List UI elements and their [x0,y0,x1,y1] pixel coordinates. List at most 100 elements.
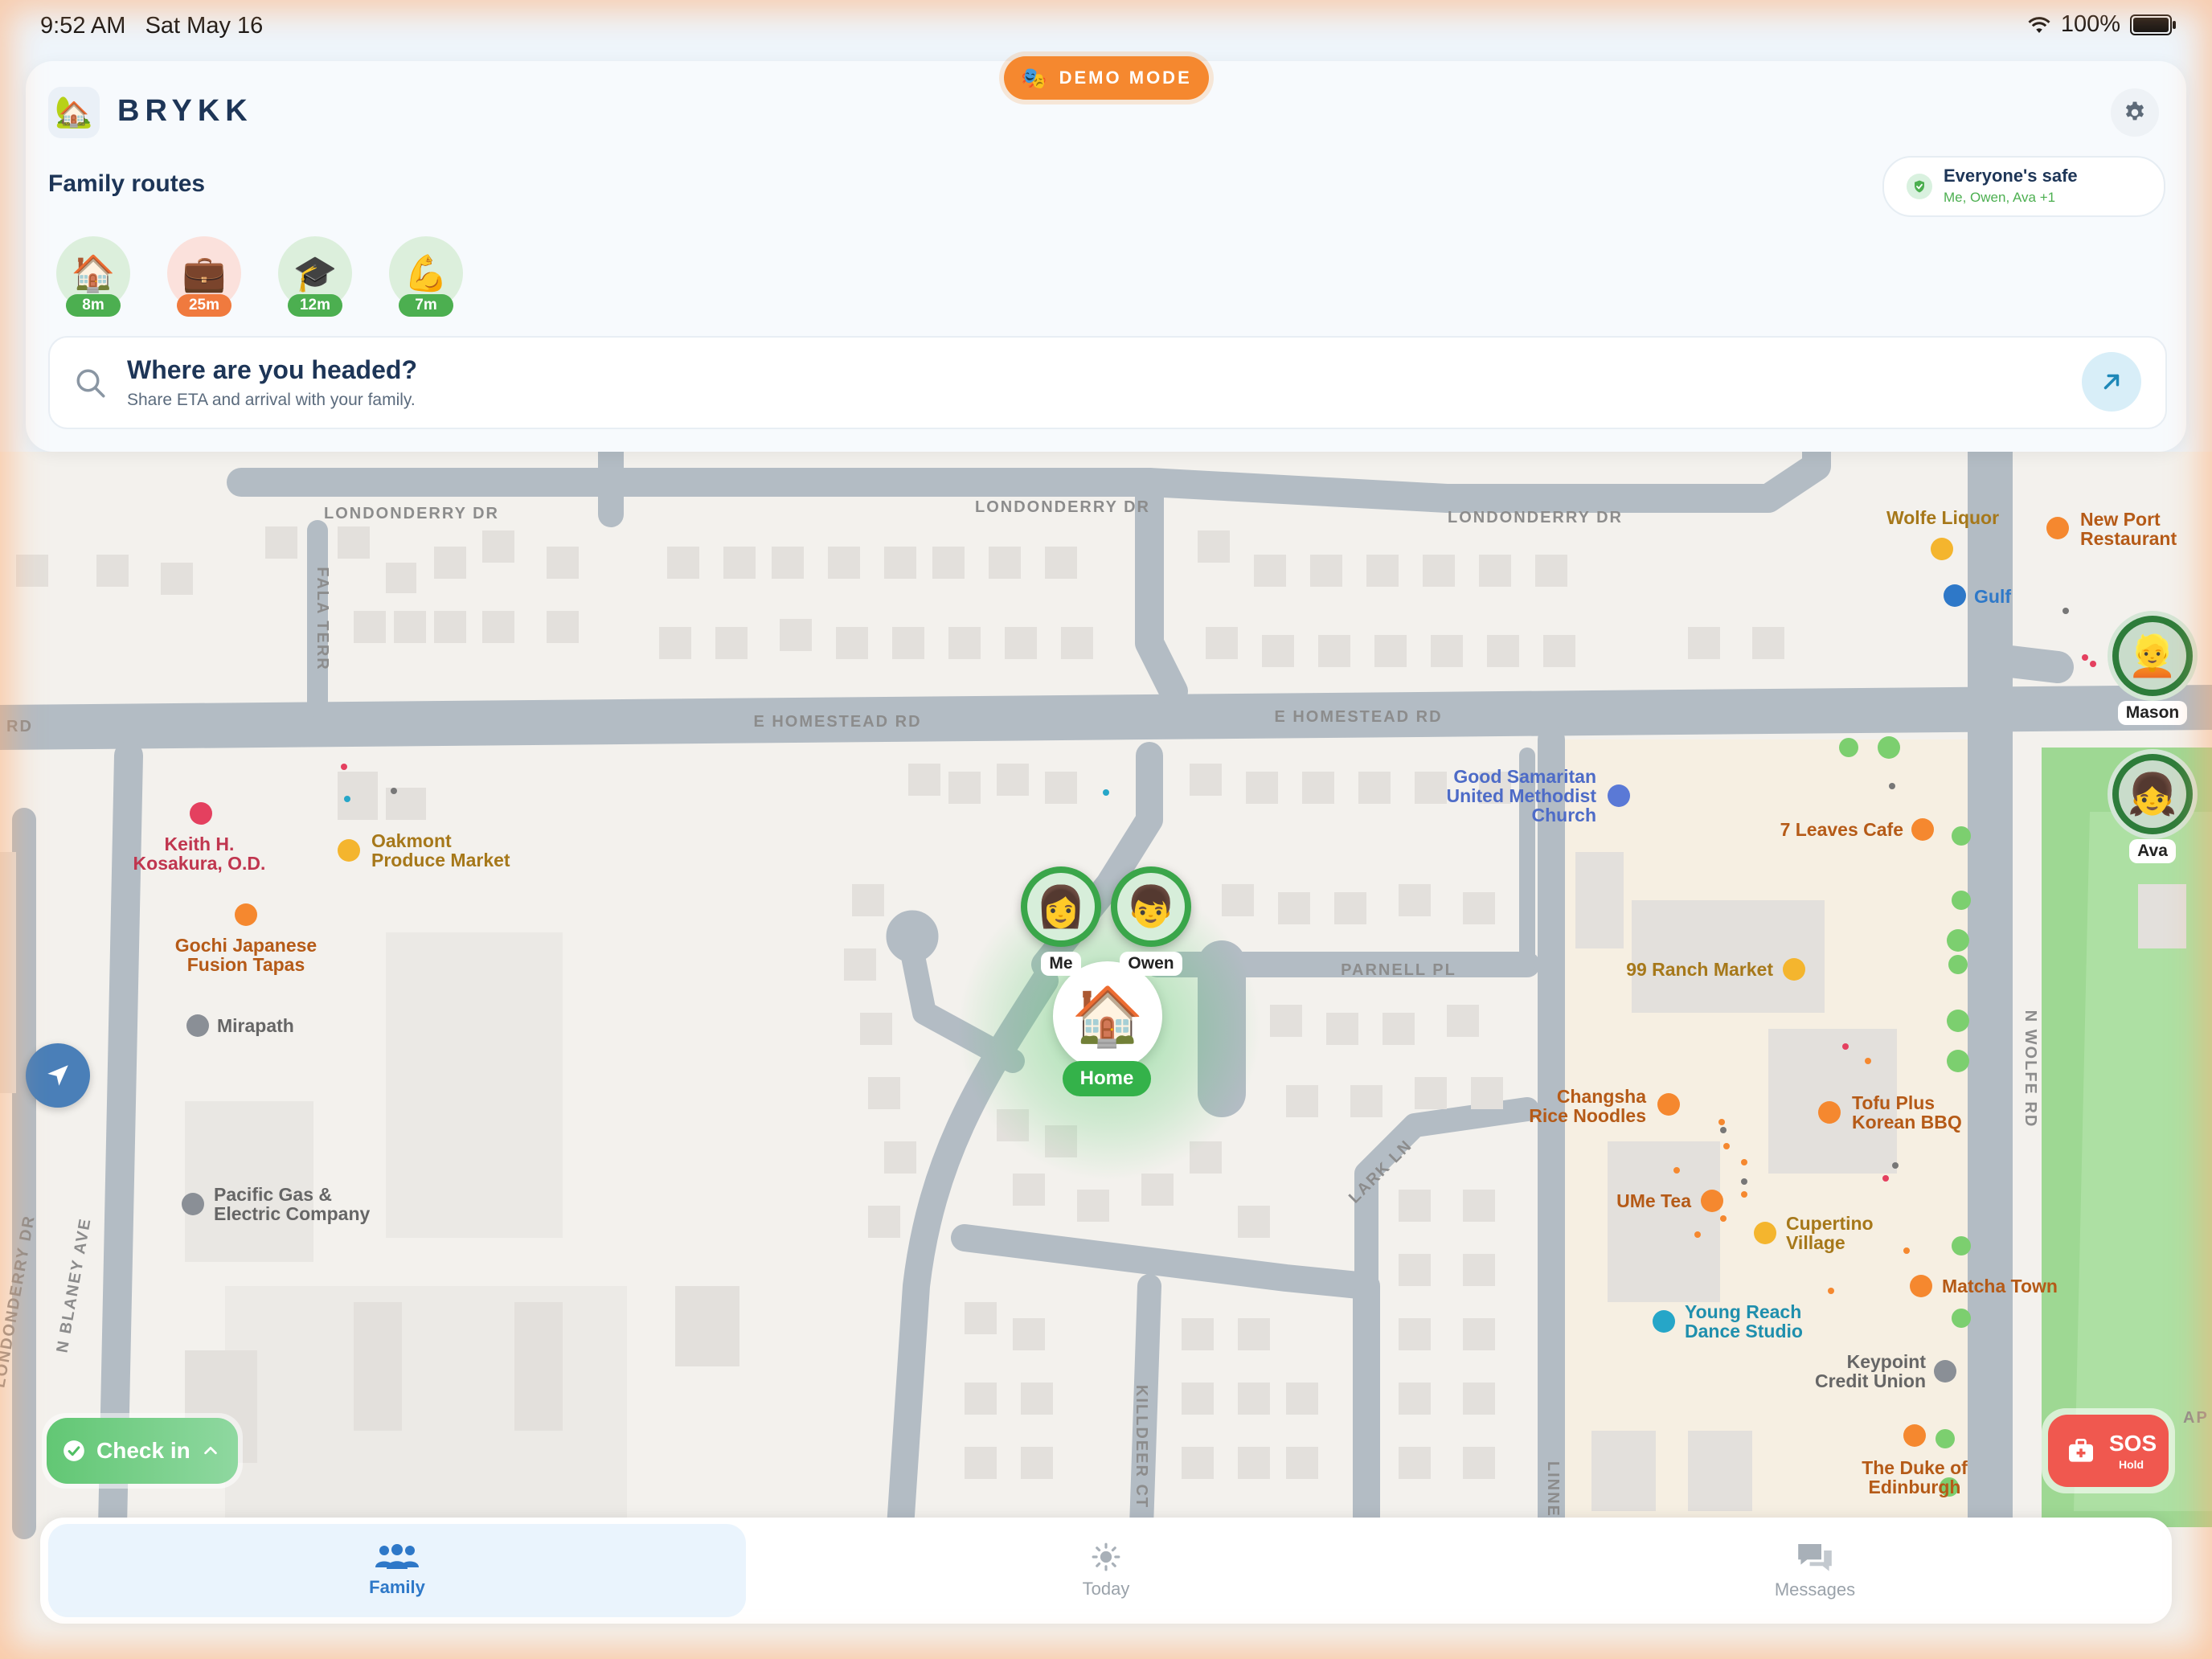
poi-label-2: Produce Market [371,850,510,870]
sun-icon [1092,1542,1120,1571]
member-me[interactable]: 👩 Me [1021,866,1101,976]
road-label-homestead-2: E HOMESTEAD RD [1274,708,1442,726]
member-owen[interactable]: 👦 Owen [1111,866,1191,976]
poi-label-1: The Duke of [1862,1457,1968,1478]
route-work[interactable]: 💼 25m [167,236,241,317]
poi-label: 7 Leaves Cafe [1780,819,1903,840]
poi-label-3: Church [1532,805,1597,825]
check-in-label: Check in [96,1438,190,1463]
member-ava[interactable]: 👧 Ava [2112,754,2193,863]
road-label-londonderry-1: LONDONDERRY DR [324,505,499,522]
poi-label-1: Tofu Plus [1852,1092,1935,1113]
man-avatar-icon: 👱 [2119,622,2186,690]
settings-button[interactable] [2111,88,2159,137]
briefcase-icon: 💼 [182,254,227,293]
demo-mode-badge[interactable]: 🎭 DEMO MODE [1004,56,1209,100]
road-label-homestead-1: E HOMESTEAD RD [753,713,921,731]
poi-mirapath[interactable]: Mirapath [186,1014,294,1037]
route-eta: 12m [288,294,342,317]
search-subtitle: Share ETA and arrival with your family. [127,391,416,409]
home-label[interactable]: Home [1063,1061,1151,1096]
poi-label-2: Credit Union [1815,1370,1926,1391]
member-mason[interactable]: 👱 Mason [2112,616,2193,725]
road-label-ap: AP [2183,1409,2209,1427]
people-icon [375,1544,419,1569]
poi-label-2: Rice Noodles [1529,1105,1646,1126]
poi-label-2: Korean BBQ [1852,1112,1962,1133]
app-logo: 🏡 [48,87,100,138]
start-route-button[interactable] [2082,352,2141,412]
woman-avatar-icon: 👩 [1027,873,1095,940]
poi-label-1: Keypoint [1847,1351,1927,1372]
tab-messages[interactable]: Messages [1466,1524,2164,1617]
route-eta: 25m [177,294,231,317]
road-label-londonderry-2: LONDONDERRY DR [975,498,1150,516]
status-bar: 9:52 AM Sat May 16 100% [0,0,2212,51]
destination-search[interactable]: Where are you headed? Share ETA and arri… [48,336,2167,429]
demo-mode-label: DEMO MODE [1059,68,1192,88]
member-label: Me [1041,952,1081,976]
arrow-up-right-icon [2103,374,2120,390]
chat-bubbles-icon [1798,1544,1832,1571]
poi-ume-tea[interactable]: UMe Tea [1616,1190,1723,1212]
poi-label: Mirapath [217,1015,294,1036]
member-label: Ava [2129,839,2176,863]
sos-button[interactable]: SOS Hold [2042,1408,2175,1493]
route-eta: 8m [66,294,121,317]
search-icon [76,369,105,398]
tab-today-label: Today [1082,1579,1130,1599]
poi-label-1: Good Samaritan [1453,766,1596,787]
poi-label: Wolfe Liquor [1886,507,1999,528]
poi-label-2: Dance Studio [1685,1321,1803,1342]
poi-label-1: Pacific Gas & [214,1184,332,1205]
check-in-button[interactable]: Check in [42,1413,243,1489]
route-gym[interactable]: 💪 7m [389,236,463,317]
graduation-cap-icon: 🎓 [293,254,338,293]
sos-sublabel: Hold [2119,1458,2144,1471]
tab-family[interactable]: Family [48,1524,746,1617]
safety-status-card[interactable]: Everyone's safe Me, Owen, Ava +1 [1882,156,2165,217]
route-eta: 7m [399,294,453,317]
search-title: Where are you headed? [127,355,417,384]
tab-today[interactable]: Today [757,1524,1455,1617]
app-name: BRYKK [117,94,253,128]
battery-icon [2130,14,2176,35]
member-label: Mason [2117,701,2188,725]
family-routes-title: Family routes [48,170,206,197]
road-label-parnell-pl: PARNELL PL [1341,961,1456,979]
girl-avatar-icon: 👧 [2119,760,2186,828]
location-arrow-icon [47,1065,68,1086]
poi-label: Gulf [1974,586,2011,607]
shield-check-icon [1907,174,1932,199]
home-marker[interactable]: 🏠 [1053,961,1162,1071]
boy-avatar-icon: 👦 [1117,873,1185,940]
poi-label-2: Kosakura, O.D. [133,853,266,874]
poi-gulf[interactable]: Gulf [1944,584,2011,607]
tab-bar: Family Today Messages [40,1518,2172,1624]
road-label-homestead-left: RD [6,718,33,735]
route-home[interactable]: 🏠 8m [56,236,130,317]
treehouse-icon: 🏡 [55,96,93,129]
poi-label-2: Edinburgh [1869,1477,1961,1497]
theater-masks-icon: 🎭 [1021,65,1050,90]
poi-label: 99 Ranch Market [1626,959,1773,980]
sos-label: SOS [2109,1431,2157,1456]
flexed-biceps-icon: 💪 [403,254,449,293]
member-label: Owen [1120,952,1182,976]
poi-label-2: Electric Company [214,1203,370,1224]
road-label-killdeer-ct: KILLDEER CT [1133,1385,1150,1509]
poi-label-2: Village [1786,1232,1845,1253]
medkit-icon [2069,1439,2093,1462]
tab-family-label: Family [369,1577,425,1597]
house-icon: 🏠 [1071,984,1144,1049]
battery-percent: 100% [2060,11,2120,37]
poi-label-1: Changsha [1557,1086,1646,1107]
recenter-location-button[interactable] [26,1043,90,1108]
poi-label-2: Fusion Tapas [187,954,305,975]
poi-label-2: Restaurant [2080,528,2177,549]
tab-messages-label: Messages [1774,1579,1856,1600]
poi-label-1: Oakmont [371,830,452,851]
gear-icon [2125,101,2144,121]
chevron-up-icon [203,1446,217,1455]
route-school[interactable]: 🎓 12m [278,236,352,317]
